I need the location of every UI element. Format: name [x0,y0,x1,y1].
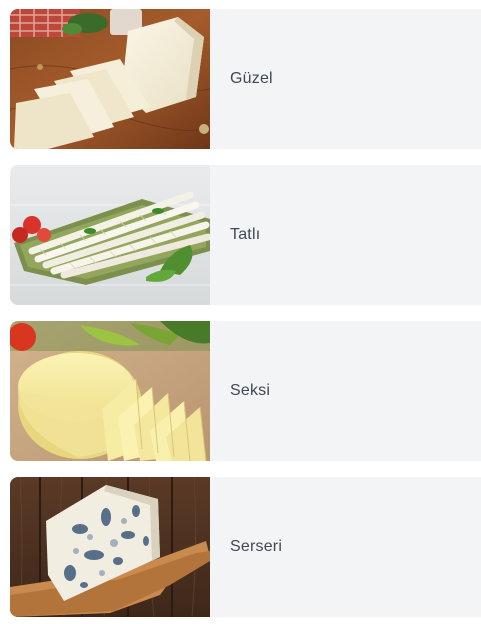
blue-cheese-image [10,477,210,617]
white-cheese-image [10,9,210,149]
list-item[interactable]: Serseri [10,477,481,617]
kashar-cheese-image [10,321,210,461]
item-label: Tatlı [230,226,261,243]
string-cheese-image [10,165,210,305]
cheese-list: Güzel Tatlı Seksi Serseri [0,0,481,624]
item-label: Güzel [230,70,273,87]
item-label: Seksi [230,382,271,399]
list-item[interactable]: Güzel [10,9,481,149]
list-item[interactable]: Seksi [10,321,481,461]
list-item[interactable]: Tatlı [10,165,481,305]
item-label: Serseri [230,538,283,555]
